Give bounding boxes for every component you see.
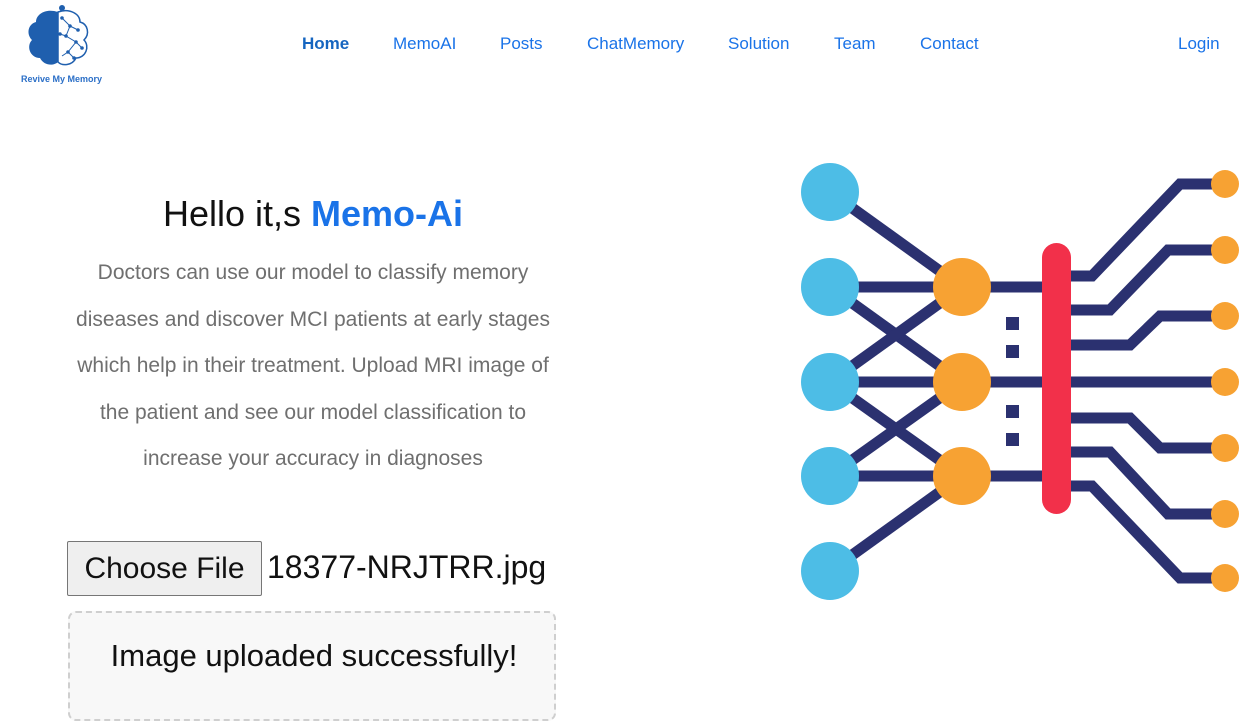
hero-title: Hello it,s Memo-Ai bbox=[0, 193, 626, 235]
upload-status-text: Image uploaded successfully! bbox=[110, 638, 518, 673]
nav-memoai[interactable]: MemoAI bbox=[393, 34, 456, 54]
hero-brand: Memo-Ai bbox=[311, 193, 464, 234]
nav-home[interactable]: Home bbox=[302, 34, 349, 54]
nav-solution[interactable]: Solution bbox=[728, 34, 789, 54]
nav-posts[interactable]: Posts bbox=[500, 34, 543, 54]
logo-text: Revive My Memory bbox=[21, 74, 103, 84]
top-navbar: Revive My Memory Home MemoAI Posts ChatM… bbox=[0, 0, 1258, 95]
file-name: 18377-NRJTRR.jpg bbox=[267, 549, 547, 585]
nav-team[interactable]: Team bbox=[834, 34, 876, 54]
neural-network-icon bbox=[801, 163, 1239, 600]
nav-login[interactable]: Login bbox=[1178, 34, 1220, 54]
hero-description: Doctors can use our model to classify me… bbox=[76, 261, 550, 470]
nav-contact[interactable]: Contact bbox=[920, 34, 979, 54]
upload-status-box: Image uploaded successfully! bbox=[68, 611, 556, 721]
logo[interactable]: Revive My Memory bbox=[18, 4, 108, 88]
brain-icon bbox=[28, 5, 89, 66]
nav-chatmemory[interactable]: ChatMemory bbox=[587, 34, 684, 54]
hero-greeting: Hello it,s bbox=[162, 193, 302, 234]
choose-file-button[interactable]: Choose File bbox=[67, 541, 262, 596]
